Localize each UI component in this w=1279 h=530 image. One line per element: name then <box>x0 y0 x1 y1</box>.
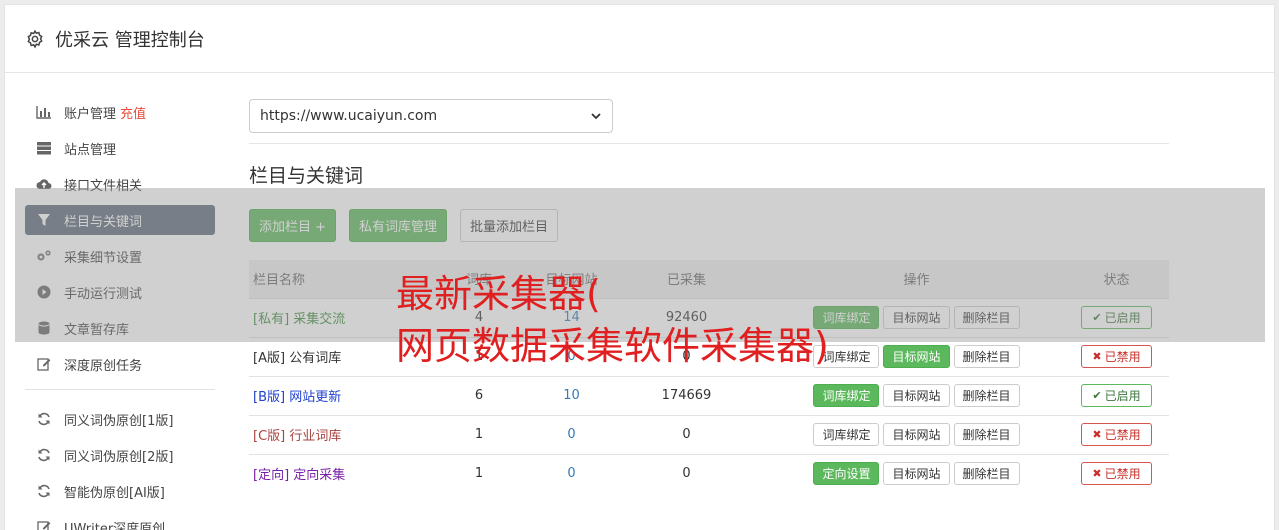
gear-icon <box>27 29 43 48</box>
table-row: [C版] 行业词库 1 0 0 词库绑定 目标网站 删除栏目 ✖ 已禁用 <box>249 414 1169 454</box>
target-site-button[interactable]: 目标网站 <box>883 423 950 446</box>
status-label: 已禁用 <box>1104 350 1141 364</box>
section-title: 栏目与关键词 <box>249 165 364 187</box>
sidebar-item[interactable]: UWriter深度原创 <box>25 512 215 530</box>
words-count: 6 <box>419 375 539 415</box>
site-select[interactable]: https://www.ucaiyun.com <box>249 99 613 133</box>
collected-count: 0 <box>604 453 769 493</box>
targets-count[interactable]: 0 <box>539 453 604 493</box>
row-actions: 词库绑定 目标网站 删除栏目 <box>769 423 1064 446</box>
close-icon: ✖ <box>1092 467 1102 481</box>
edit-icon <box>36 519 52 530</box>
column-name: 行业词库 <box>289 429 342 444</box>
column-tag: [A版] <box>253 351 286 366</box>
sidebar-item-label: 站点管理 <box>64 142 117 158</box>
sidebar-item-label: 智能伪原创[AI版] <box>64 485 165 501</box>
ad-overlay-text: 最新采集器( 网页数据采集软件采集器) <box>396 268 829 372</box>
server-icon <box>36 140 52 156</box>
collected-count: 0 <box>604 414 769 454</box>
divider <box>249 143 1169 144</box>
column-name-cell[interactable]: [A版] 公有词库 <box>249 336 419 376</box>
row-actions: 定向设置 目标网站 删除栏目 <box>769 462 1064 486</box>
status-label: 已禁用 <box>1104 467 1141 482</box>
sidebar-item-label: 同义词伪原创[2版] <box>64 449 174 465</box>
ad-line-1: 最新采集器( <box>396 272 601 316</box>
refresh-icon <box>36 483 52 499</box>
row-actions: 词库绑定 目标网站 删除栏目 <box>769 384 1064 407</box>
recharge-link[interactable]: 充值 <box>120 103 146 122</box>
column-tag: [C版] <box>253 429 286 444</box>
column-name-cell[interactable]: [定向] 定向采集 <box>249 453 419 493</box>
column-name: 网站更新 <box>289 390 342 405</box>
close-icon: ✖ <box>1092 350 1102 363</box>
sidebar-divider <box>25 389 215 390</box>
targets-count[interactable]: 10 <box>539 375 604 415</box>
sidebar-item-label: 账户管理 <box>64 106 117 122</box>
bar-chart-icon <box>36 104 52 120</box>
words-count: 1 <box>419 414 539 454</box>
target-site-button[interactable]: 目标网站 <box>883 345 950 368</box>
table-row: [B版] 网站更新 6 10 174669 词库绑定 目标网站 删除栏目 ✔ 已启用 <box>249 375 1169 415</box>
check-icon: ✔ <box>1092 389 1102 402</box>
status-toggle[interactable]: ✖ 已禁用 <box>1081 462 1152 486</box>
bind-lib-button[interactable]: 定向设置 <box>813 462 880 486</box>
bind-lib-button[interactable]: 词库绑定 <box>813 384 880 407</box>
site-select-value: https://www.ucaiyun.com <box>260 108 438 124</box>
sidebar-item[interactable]: 站点管理 <box>25 133 215 163</box>
ad-line-2: 网页数据采集软件采集器) <box>396 324 829 368</box>
sidebar-item-label: UWriter深度原创 <box>64 521 166 530</box>
column-tag: [定向] <box>253 468 290 484</box>
column-name-cell[interactable]: [B版] 网站更新 <box>249 375 419 415</box>
sidebar-item[interactable]: 同义词伪原创[1版] <box>25 404 215 434</box>
target-site-button[interactable]: 目标网站 <box>883 384 950 407</box>
column-name: 公有词库 <box>289 351 342 366</box>
delete-column-button[interactable]: 删除栏目 <box>953 384 1020 407</box>
column-tag: [B版] <box>253 390 286 405</box>
close-icon: ✖ <box>1092 428 1102 441</box>
sidebar-item[interactable]: 深度原创任务 <box>25 349 215 379</box>
status-label: 已禁用 <box>1104 428 1141 442</box>
delete-column-button[interactable]: 删除栏目 <box>953 423 1020 446</box>
column-name: 定向采集 <box>293 468 346 484</box>
table-row: [定向] 定向采集 1 0 0 定向设置 目标网站 删除栏目 ✖ 已禁用 <box>249 453 1169 493</box>
status-toggle[interactable]: ✔ 已启用 <box>1081 384 1152 407</box>
header: 优采云 管理控制台 <box>5 5 1274 73</box>
sidebar-item[interactable]: 账户管理 充值 <box>25 97 215 127</box>
delete-column-button[interactable]: 删除栏目 <box>953 345 1020 368</box>
sidebar-item-label: 同义词伪原创[1版] <box>64 413 174 429</box>
words-count: 1 <box>419 453 539 493</box>
status-toggle[interactable]: ✖ 已禁用 <box>1081 345 1152 368</box>
targets-count[interactable]: 0 <box>539 414 604 454</box>
target-site-button[interactable]: 目标网站 <box>883 462 950 486</box>
refresh-icon <box>36 447 52 463</box>
delete-column-button[interactable]: 删除栏目 <box>953 462 1020 486</box>
status-label: 已启用 <box>1104 389 1141 403</box>
page-title: 优采云 管理控制台 <box>55 29 205 51</box>
sidebar-item[interactable]: 同义词伪原创[2版] <box>25 440 215 470</box>
collected-count: 174669 <box>604 375 769 415</box>
bind-lib-button[interactable]: 词库绑定 <box>813 423 880 446</box>
edit-icon <box>36 356 52 372</box>
column-name-cell[interactable]: [C版] 行业词库 <box>249 414 419 454</box>
refresh-icon <box>36 411 52 427</box>
status-toggle[interactable]: ✖ 已禁用 <box>1081 423 1152 446</box>
sidebar-item-label: 深度原创任务 <box>64 358 143 374</box>
chevron-down-icon <box>591 113 601 120</box>
sidebar-item[interactable]: 智能伪原创[AI版] <box>25 476 215 506</box>
